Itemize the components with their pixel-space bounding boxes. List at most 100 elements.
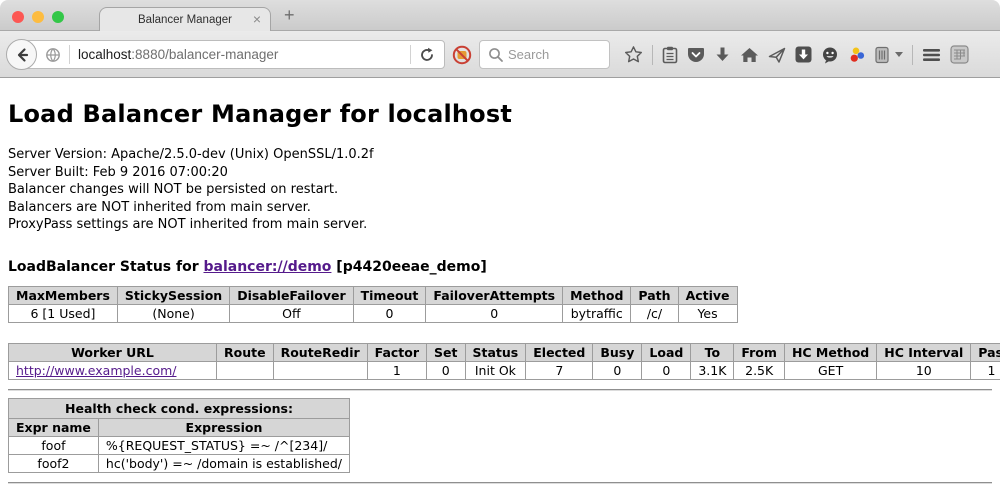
zoom-window-button[interactable] [52, 11, 64, 23]
divider [652, 45, 653, 65]
table-header-row: Expr name Expression [9, 418, 350, 436]
toolbar-icons [624, 40, 969, 69]
health-row: foof2 hc('body') =~ /domain is establish… [9, 454, 350, 472]
new-tab-button[interactable]: + [284, 5, 295, 26]
url-path: :8880/balancer-manager [131, 47, 278, 62]
grid-addon-icon[interactable] [950, 45, 969, 64]
separator [8, 482, 992, 484]
cell-load: 0 [642, 361, 691, 379]
page-title: Load Balancer Manager for localhost [8, 100, 992, 128]
health-table-title: Health check cond. expressions: [9, 398, 350, 418]
globe-icon [45, 47, 61, 63]
balancer-link[interactable]: balancer://demo [204, 259, 332, 275]
col-header: To [691, 343, 734, 361]
server-info-line: Server Built: Feb 9 2016 07:00:20 [8, 164, 992, 182]
health-check-table: Health check cond. expressions: Expr nam… [8, 398, 350, 473]
col-header: Passes [971, 343, 1000, 361]
cell-path: /c/ [631, 304, 678, 322]
downloads-icon[interactable] [714, 46, 731, 64]
home-icon[interactable] [740, 46, 759, 64]
reading-list-icon[interactable] [662, 46, 678, 64]
col-header: Expr name [9, 418, 99, 436]
tab-balancer-manager[interactable]: Balancer Manager × [99, 7, 271, 31]
col-header: Route [217, 343, 274, 361]
col-header: RouteRedir [273, 343, 367, 361]
cell-stickysession: (None) [117, 304, 229, 322]
cell-to: 3.1K [691, 361, 734, 379]
cell-factor: 1 [367, 361, 426, 379]
cell-hc-interval: 10 [877, 361, 971, 379]
server-info-line: ProxyPass settings are NOT inherited fro… [8, 216, 992, 234]
send-tab-icon[interactable] [768, 46, 786, 64]
search-icon [488, 47, 504, 63]
col-header: Load [642, 343, 691, 361]
extension-download-icon[interactable] [795, 46, 812, 63]
cell-elected: 7 [526, 361, 593, 379]
server-info-line: Balancers are NOT inherited from main se… [8, 199, 992, 217]
cell-worker-url: http://www.example.com/ [9, 361, 217, 379]
col-header: MaxMembers [9, 286, 118, 304]
status-prefix: LoadBalancer Status for [8, 259, 204, 275]
back-button[interactable] [6, 39, 37, 70]
cell-status: Init Ok [465, 361, 526, 379]
reload-icon[interactable] [419, 47, 435, 63]
col-header: Expression [98, 418, 349, 436]
separator [8, 389, 992, 391]
table-row: 6 [1 Used] (None) Off 0 0 bytraffic /c/ … [9, 304, 738, 322]
col-header: Timeout [353, 286, 426, 304]
browser-window: Balancer Manager × + localhost:8880/bala… [0, 0, 1000, 491]
col-header: Method [563, 286, 631, 304]
tab-bar: Balancer Manager × + [0, 0, 1000, 31]
table-header-row: Worker URL Route RouteRedir Factor Set S… [9, 343, 1000, 361]
status-suffix: [p4420eeae_demo] [331, 259, 486, 275]
server-info-line: Server Version: Apache/2.5.0-dev (Unix) … [8, 146, 992, 164]
bookmark-star-icon[interactable] [624, 45, 643, 64]
url-text: localhost:8880/balancer-manager [78, 47, 402, 62]
color-dots-icon[interactable] [848, 46, 866, 64]
balancer-settings-table: MaxMembers StickySession DisableFailover… [8, 286, 738, 323]
divider [69, 45, 70, 64]
col-header: HC Method [784, 343, 876, 361]
feedback-smiley-icon[interactable] [821, 46, 839, 64]
cell-passes: 1 (0) [971, 361, 1000, 379]
worker-row: http://www.example.com/ 1 0 Init Ok 7 0 … [9, 361, 1000, 379]
col-header: Set [427, 343, 465, 361]
page-content: Load Balancer Manager for localhost Serv… [0, 78, 1000, 491]
cell-maxmembers: 6 [1 Used] [9, 304, 118, 322]
minimize-window-button[interactable] [32, 11, 44, 23]
tab-close-icon[interactable]: × [253, 11, 261, 27]
col-header: Path [631, 286, 678, 304]
search-bar[interactable] [479, 40, 610, 69]
cell-busy: 0 [593, 361, 642, 379]
container-icon[interactable] [875, 46, 889, 64]
cell-set: 0 [427, 361, 465, 379]
server-info-line: Balancer changes will NOT be persisted o… [8, 181, 992, 199]
col-header: FailoverAttempts [426, 286, 563, 304]
worker-status-table: Worker URL Route RouteRedir Factor Set S… [8, 343, 1000, 380]
worker-url-link[interactable]: http://www.example.com/ [16, 363, 176, 378]
table-title-row: Health check cond. expressions: [9, 398, 350, 418]
address-bar[interactable]: localhost:8880/balancer-manager [22, 40, 445, 69]
divider [912, 45, 913, 65]
pocket-icon[interactable] [687, 46, 705, 64]
table-header-row: MaxMembers StickySession DisableFailover… [9, 286, 738, 304]
cell-method: bytraffic [563, 304, 631, 322]
cell-hc-method: GET [784, 361, 876, 379]
cell-failoverattempts: 0 [426, 304, 563, 322]
close-window-button[interactable] [12, 11, 24, 23]
col-header: Busy [593, 343, 642, 361]
menu-icon[interactable] [922, 47, 941, 63]
server-info: Server Version: Apache/2.5.0-dev (Unix) … [8, 146, 992, 234]
back-icon [14, 47, 30, 63]
col-header: Worker URL [9, 343, 217, 361]
balancer-status-heading: LoadBalancer Status for balancer://demo … [8, 259, 992, 275]
divider [410, 45, 411, 64]
cell-expression: hc('body') =~ /domain is established/ [98, 454, 349, 472]
cell-timeout: 0 [353, 304, 426, 322]
col-header: Status [465, 343, 526, 361]
dropdown-caret-icon[interactable] [895, 52, 903, 57]
col-header: DisableFailover [230, 286, 353, 304]
col-header: HC Interval [877, 343, 971, 361]
block-request-icon[interactable] [451, 44, 473, 66]
col-header: Active [678, 286, 737, 304]
